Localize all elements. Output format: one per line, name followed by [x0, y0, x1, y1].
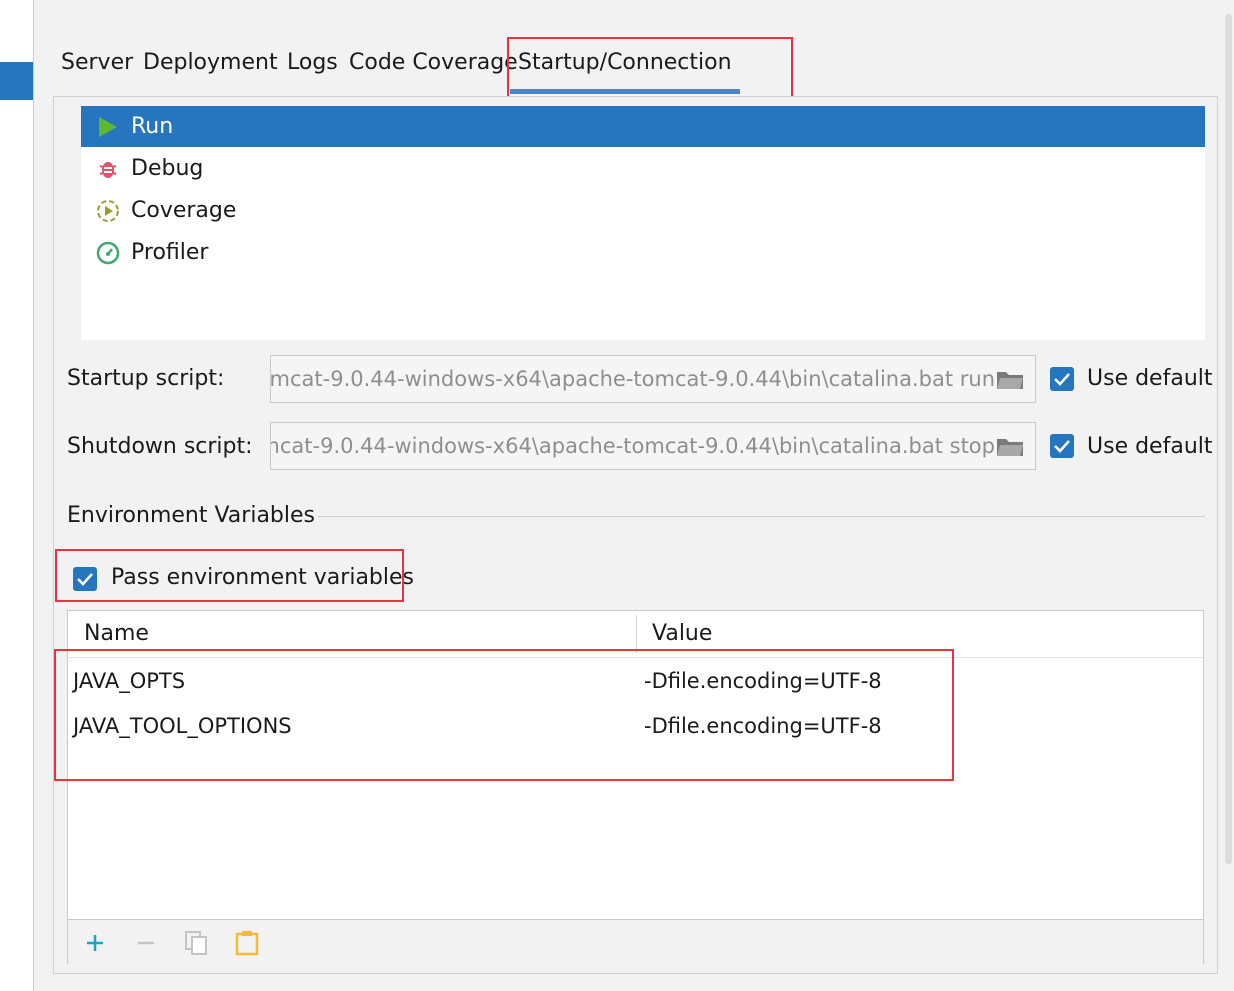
- tab-server[interactable]: Server: [61, 50, 133, 75]
- startup-use-default-checkbox[interactable]: [1050, 367, 1074, 391]
- executor-label: Coverage: [131, 198, 237, 223]
- shutdown-script-value: ...\apache-tomcat-9.0.44-windows-x64\apa…: [271, 434, 995, 458]
- executor-item-debug[interactable]: Debug: [81, 148, 1205, 189]
- check-icon: [1054, 440, 1070, 453]
- executor-label: Profiler: [131, 240, 209, 265]
- tab-logs[interactable]: Logs: [287, 50, 338, 75]
- debug-icon: [96, 157, 120, 181]
- tab-deployment[interactable]: Deployment: [143, 50, 278, 75]
- left-sidebar-selected-item[interactable]: [0, 62, 33, 100]
- profiler-icon: [96, 241, 120, 265]
- startup-script-field[interactable]: ...\apache-tomcat-9.0.44-windows-x64\apa…: [270, 355, 1036, 403]
- shutdown-script-field[interactable]: ...\apache-tomcat-9.0.44-windows-x64\apa…: [270, 422, 1036, 470]
- executor-list: Run Debug Coverage Profiler: [81, 106, 1205, 340]
- highlight-box-env-rows: [54, 649, 954, 781]
- folder-browse-icon[interactable]: [995, 433, 1025, 459]
- executor-label: Debug: [131, 156, 204, 181]
- shutdown-use-default-label: Use default: [1087, 434, 1213, 459]
- run-icon: [96, 115, 120, 139]
- coverage-icon: [96, 199, 120, 223]
- shutdown-use-default-checkbox[interactable]: [1050, 434, 1074, 458]
- startup-script-value: ...\apache-tomcat-9.0.44-windows-x64\apa…: [271, 367, 995, 391]
- env-section-title: Environment Variables: [67, 503, 316, 528]
- left-sidebar: [0, 0, 34, 991]
- highlight-box-tab: [507, 37, 793, 104]
- folder-browse-icon[interactable]: [995, 366, 1025, 392]
- section-divider: [318, 516, 1205, 517]
- copy-icon[interactable]: [183, 930, 209, 956]
- remove-icon[interactable]: [133, 930, 159, 956]
- vertical-scrollbar[interactable]: [1225, 14, 1232, 864]
- paste-icon[interactable]: [234, 930, 260, 956]
- executor-item-run[interactable]: Run: [81, 106, 1205, 147]
- shutdown-script-label: Shutdown script:: [67, 434, 253, 459]
- column-separator[interactable]: [636, 615, 637, 653]
- column-header-value[interactable]: Value: [652, 621, 712, 646]
- table-toolbar: [68, 919, 1203, 964]
- column-header-name[interactable]: Name: [84, 621, 149, 646]
- add-icon[interactable]: [82, 930, 108, 956]
- check-icon: [1054, 373, 1070, 386]
- executor-item-profiler[interactable]: Profiler: [81, 232, 1205, 273]
- startup-script-label: Startup script:: [67, 366, 225, 391]
- executor-label: Run: [131, 114, 174, 139]
- startup-use-default-label: Use default: [1087, 366, 1213, 391]
- highlight-box-pass-env: [55, 549, 404, 602]
- tab-code-coverage[interactable]: Code Coverage: [349, 50, 518, 75]
- executor-item-coverage[interactable]: Coverage: [81, 190, 1205, 231]
